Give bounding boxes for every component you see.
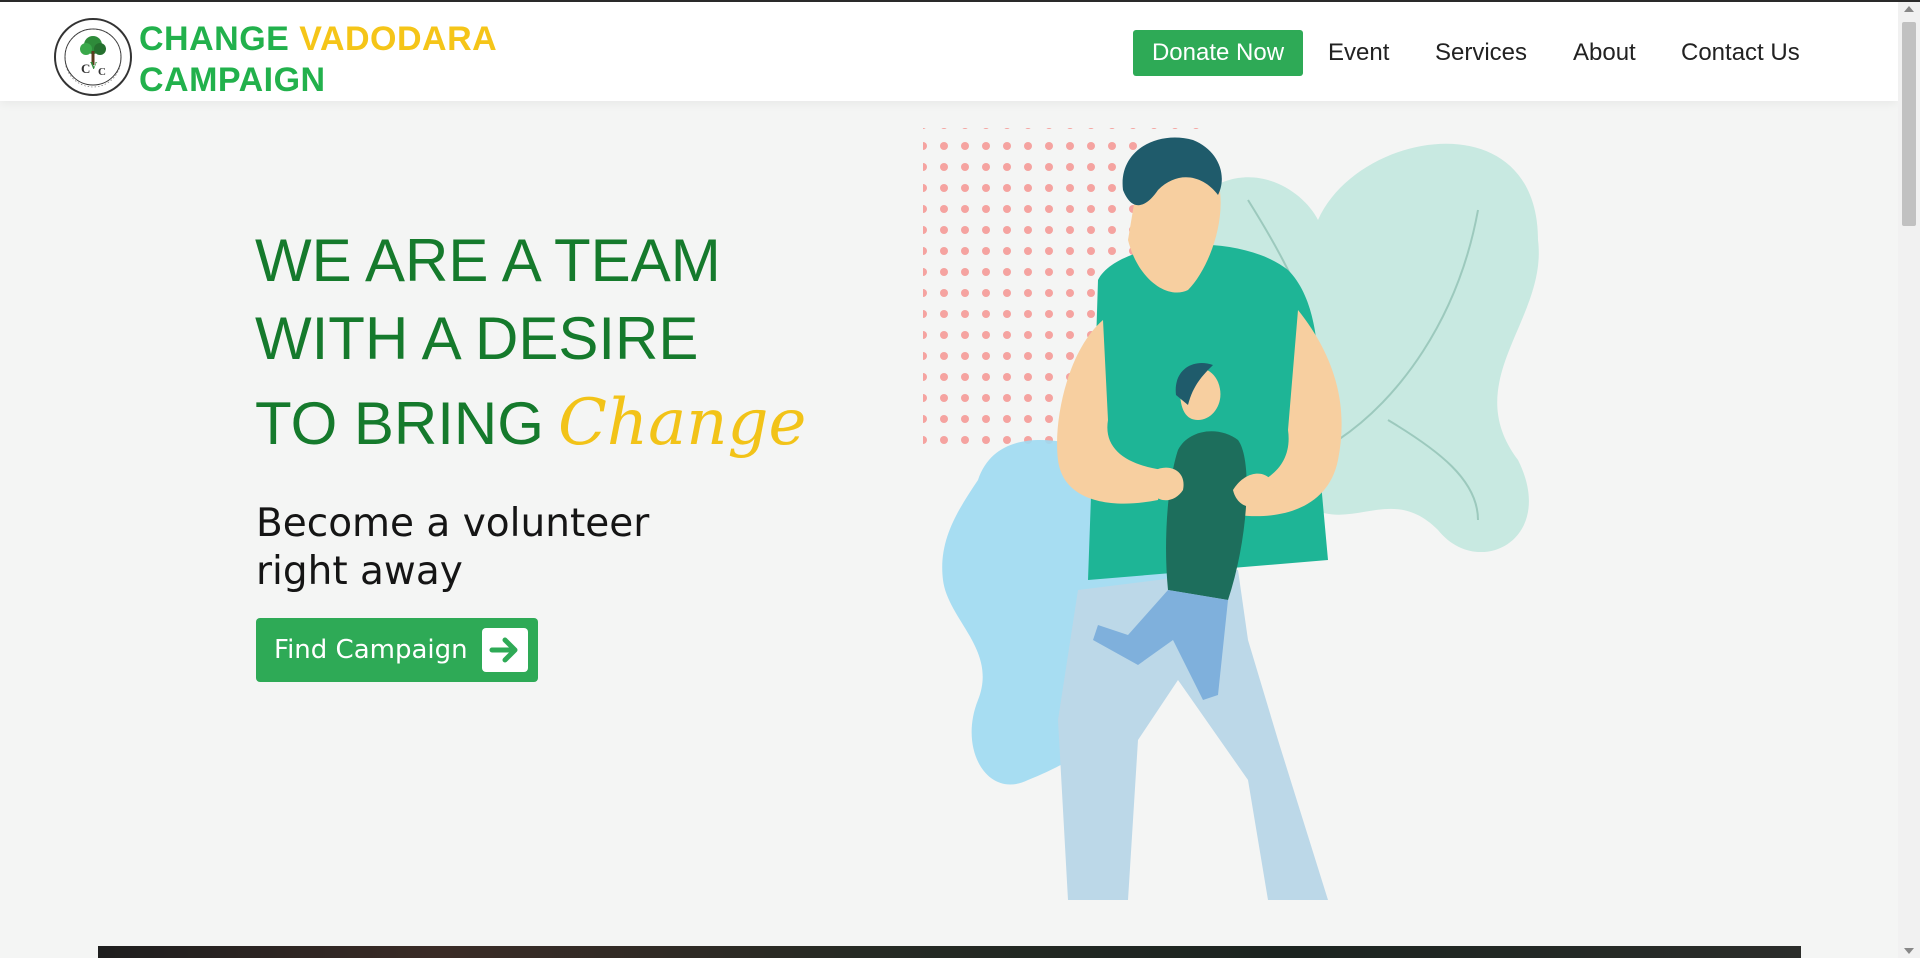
find-campaign-label: Find Campaign: [274, 635, 468, 665]
brand-word-change: CHANGE: [139, 20, 290, 58]
svg-text:C: C: [81, 61, 90, 76]
scroll-down-arrow-icon[interactable]: [1904, 948, 1914, 954]
scrollbar-thumb[interactable]: [1902, 22, 1916, 226]
arrow-right-icon: [482, 628, 528, 672]
brand-logo-text[interactable]: CHANGE VADODARA CAMPAIGN: [139, 19, 497, 101]
hero-heading: WE ARE A TEAM WITH A DESIRE TO BRING Chan…: [255, 222, 806, 463]
next-section-image-strip: [98, 946, 1801, 958]
child-body: [1166, 431, 1247, 600]
scroll-up-arrow-icon[interactable]: [1904, 6, 1914, 12]
page-scrollbar[interactable]: [1898, 2, 1920, 958]
hero-subtitle-line-1: Become a volunteer: [256, 501, 650, 546]
logo-emblem[interactable]: C V C: [53, 17, 133, 97]
hero-heading-line-3: TO BRING Change: [255, 384, 806, 463]
nav-link-services[interactable]: Services: [1435, 30, 1527, 76]
hero-heading-script-word: Change: [557, 386, 807, 460]
brand-word-vadodara: VADODARA: [299, 20, 498, 58]
hero-subtitle-line-2: right away: [256, 549, 463, 594]
svg-text:V: V: [90, 61, 98, 72]
svg-text:C: C: [98, 66, 106, 78]
nav-link-event[interactable]: Event: [1328, 30, 1389, 76]
hero-heading-line-1: WE ARE A TEAM: [255, 227, 721, 294]
hero-heading-line-3-text: TO BRING: [255, 390, 544, 457]
hero-heading-line-2: WITH A DESIRE: [255, 305, 699, 372]
site-header: C V C CHANGE VADODARA CAMPAIGN Donate No…: [0, 2, 1898, 101]
donate-now-button[interactable]: Donate Now: [1133, 30, 1303, 76]
find-campaign-button[interactable]: Find Campaign: [256, 618, 538, 682]
brand-word-campaign: CAMPAIGN: [139, 61, 326, 99]
hero-illustration: [923, 128, 1539, 900]
hero-subtitle: Become a volunteer right away: [256, 500, 649, 596]
nav-link-contact-us[interactable]: Contact Us: [1681, 30, 1800, 76]
nav-link-about[interactable]: About: [1573, 30, 1636, 76]
